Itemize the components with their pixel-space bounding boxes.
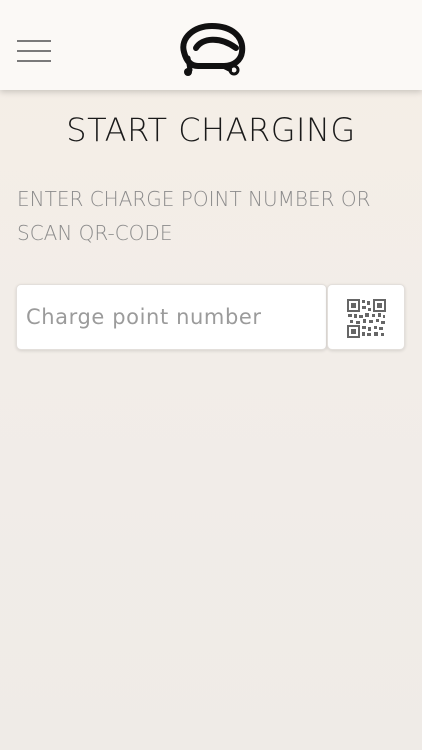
- scan-qr-button[interactable]: [327, 284, 405, 350]
- menu-button[interactable]: [17, 40, 51, 62]
- instruction-text: ENTER CHARGE POINT NUMBER OR SCAN QR-COD…: [17, 187, 371, 245]
- menu-line-middle: [17, 50, 51, 52]
- charge-point-input[interactable]: [17, 285, 326, 349]
- app-header: [0, 0, 422, 90]
- menu-line-top: [17, 40, 51, 42]
- ev-charger-logo-icon: [180, 23, 246, 76]
- page-title: START CHARGING: [66, 111, 356, 149]
- menu-line-bottom: [17, 60, 51, 62]
- charge-point-field[interactable]: [16, 284, 327, 350]
- qr-code-icon: [347, 299, 386, 338]
